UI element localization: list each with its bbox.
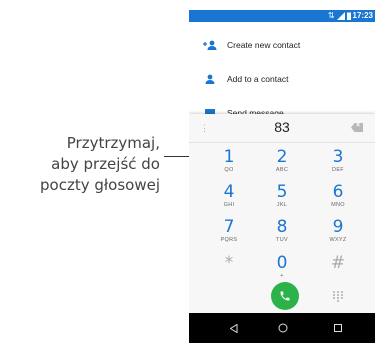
dialpad-grid-icon[interactable] (331, 290, 345, 302)
key-digit: # (330, 253, 346, 273)
key-digit: 6 (332, 182, 344, 202)
voicemail-hint: Przytrzymaj, aby przejść do poczty głoso… (0, 133, 160, 196)
key-letters: JKL (276, 202, 288, 208)
person-icon (201, 74, 219, 84)
menu-item-add-to-contact[interactable]: Add to a contact (189, 62, 375, 96)
dialpad-key-5[interactable]: 5 JKL (252, 183, 312, 215)
dialpad-key-hash[interactable]: # (308, 254, 368, 286)
home-icon[interactable] (275, 320, 291, 336)
key-digit: 0 (276, 253, 288, 273)
back-icon[interactable] (226, 320, 242, 336)
key-letters: QO (224, 167, 234, 173)
hint-line-3: poczty głosowej (40, 176, 160, 194)
divider (189, 142, 375, 143)
key-letters: GHI (223, 202, 235, 208)
number-display: ⋮ 83 × (189, 114, 375, 142)
dialpad-key-3[interactable]: 3 DEF (308, 148, 368, 180)
status-bar: ⇅ 17:23 (189, 10, 375, 22)
dialpad-key-7[interactable]: 7 PQRS (199, 218, 259, 250)
menu-item-create-contact[interactable]: Create new contact (189, 28, 375, 62)
key-digit: * (224, 253, 234, 273)
recents-icon[interactable] (330, 320, 346, 336)
key-digit: 3 (332, 147, 344, 167)
hint-line-1: Przytrzymaj, (66, 134, 160, 152)
dialed-number[interactable]: 83 (189, 119, 375, 135)
key-letters: DEF (332, 167, 344, 173)
key-letters: TUV (276, 237, 288, 243)
dialpad-key-8[interactable]: 8 TUV (252, 218, 312, 250)
key-digit: 1 (223, 147, 235, 167)
key-letters: ABC (275, 167, 289, 173)
key-digit: 7 (223, 217, 235, 237)
dialpad-key-2[interactable]: 2 ABC (252, 148, 312, 180)
status-time: 17:23 (352, 11, 373, 20)
hint-line-2: aby przejść do (51, 155, 160, 173)
key-digit: 5 (276, 182, 288, 202)
call-button[interactable] (271, 282, 299, 310)
signal-icon (336, 12, 345, 20)
key-letters: WXYZ (329, 237, 347, 243)
phone-screen: ⇅ 17:23 Create new contact Add to a cont… (189, 10, 375, 343)
key-digit: 2 (276, 147, 288, 167)
key-letters: + (280, 273, 284, 279)
dialpad-panel: ⋮ 83 × 1 QO 2 ABC 3 DEF 4 GHI 5 JKL 6 MN… (189, 114, 375, 313)
dialpad-key-4[interactable]: 4 GHI (199, 183, 259, 215)
data-arrows-icon: ⇅ (327, 11, 335, 20)
key-letters: PQRS (220, 237, 238, 243)
navigation-bar (189, 313, 375, 343)
menu-item-label: Create new contact (227, 40, 301, 50)
key-digit: 4 (223, 182, 235, 202)
key-letters: MNO (331, 202, 345, 208)
key-digit: 9 (332, 217, 344, 237)
dial-options-menu: Create new contact Add to a contact Send… (189, 22, 375, 118)
phone-icon (280, 291, 290, 301)
add-person-icon (201, 40, 219, 50)
dialpad-key-1[interactable]: 1 QO (199, 148, 259, 180)
key-digit: 8 (276, 217, 288, 237)
dialpad-key-9[interactable]: 9 WXYZ (308, 218, 368, 250)
dialpad-key-star[interactable]: * (199, 254, 259, 286)
dialpad-key-6[interactable]: 6 MNO (308, 183, 368, 215)
menu-item-label: Add to a contact (227, 74, 289, 84)
battery-icon (346, 12, 351, 20)
